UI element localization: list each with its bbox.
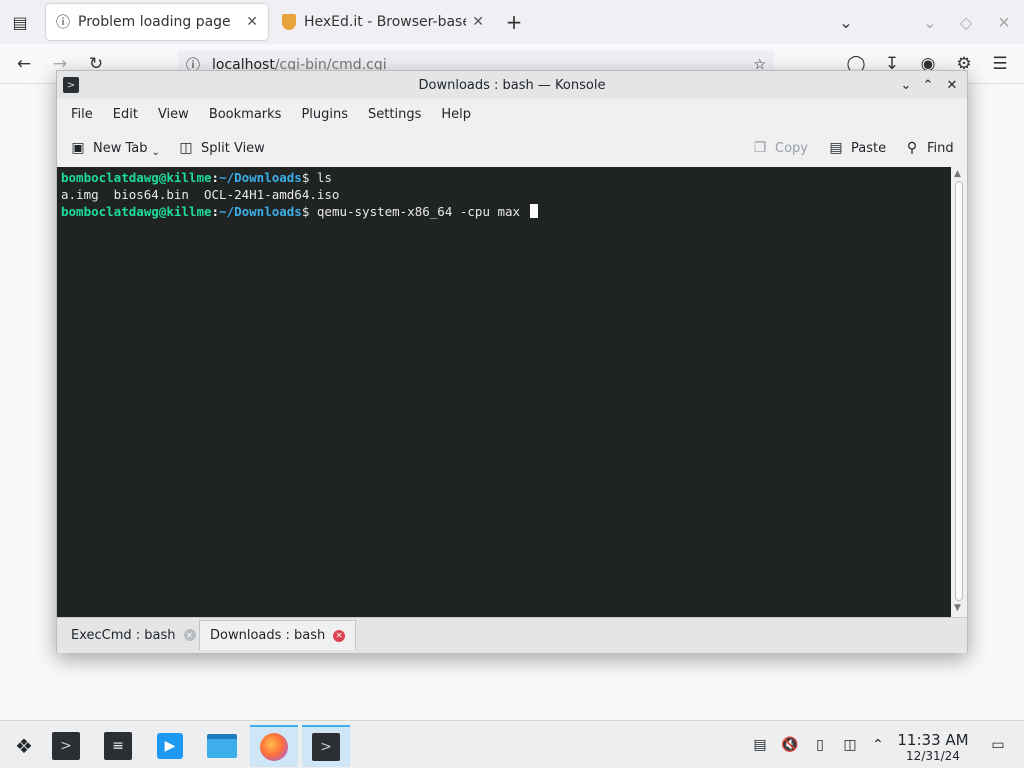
prompt-user: bomboclatdawg@killme (61, 204, 212, 219)
session-tab-downloads[interactable]: Downloads : bash ✕ (199, 620, 357, 650)
split-view-button[interactable]: ◫ Split View (177, 137, 265, 159)
window-titlebar[interactable]: > Downloads : bash — Konsole ⌄ ⌃ ✕ (57, 71, 967, 99)
session-tab-label: ExecCmd : bash (71, 627, 176, 643)
menu-bookmarks[interactable]: Bookmarks (199, 107, 292, 122)
command-text: $ ls (301, 170, 332, 185)
application-launcher-icon[interactable]: ❖ (0, 725, 48, 767)
session-tab-label: Downloads : bash (210, 628, 326, 643)
split-view-icon: ◫ (179, 140, 193, 156)
clock-date: 12/31/24 (906, 749, 960, 763)
minimize-icon[interactable]: ⌄ (897, 76, 915, 94)
browser-tab-title: Problem loading page (78, 14, 231, 30)
prompt-user: bomboclatdawg@killme (61, 170, 212, 185)
terminal-line: bomboclatdawg@killme:~/Downloads$ qemu-s… (61, 203, 947, 220)
maximize-icon[interactable]: ⌃ (919, 76, 937, 94)
menu-edit[interactable]: Edit (103, 107, 148, 122)
find-label: Find (927, 140, 954, 156)
copy-button[interactable]: ❐ Copy (751, 137, 808, 159)
prompt-colon: : (211, 204, 220, 219)
minimize-icon[interactable]: ⌄ (918, 10, 942, 34)
show-desktop-icon[interactable]: ▭ (988, 735, 1008, 755)
browser-tab-hexedit[interactable]: HexEd.it - Browser-based ✕ (272, 4, 494, 40)
search-icon: ⚲ (906, 140, 918, 156)
tab-overview-icon[interactable]: ▤ (8, 10, 32, 34)
clipboard-icon[interactable]: ▤ (750, 735, 770, 755)
taskbar: ❖ > ≡ ▶ > ▤ 🔇 ▯ ◫ ⌃ 11:33 AM 12/31/24 ▭ (0, 720, 1024, 768)
find-button[interactable]: ⚲ Find (903, 137, 954, 159)
command-text: $ qemu-system-x86_64 -cpu max (301, 204, 528, 219)
terminal-line: a.img bios64.bin OCL-24H1-amd64.iso (61, 186, 947, 203)
scroll-down-icon[interactable]: ▼ (954, 603, 961, 613)
menu-help[interactable]: Help (431, 107, 481, 122)
session-tab-bar: ExecCmd : bash ✕ Downloads : bash ✕ (57, 617, 967, 653)
discover-store-icon[interactable]: ▶ (146, 725, 194, 767)
prompt-path: ~/Downloads (219, 204, 302, 219)
new-tab-label: New Tab (93, 140, 148, 156)
chevron-down-icon: ⌄ (151, 146, 160, 158)
firefox-task-icon[interactable] (250, 725, 298, 767)
close-icon[interactable]: ✕ (943, 76, 961, 94)
menu-plugins[interactable]: Plugins (291, 107, 358, 122)
terminal-line: bomboclatdawg@killme:~/Downloads$ ls (61, 169, 947, 186)
system-settings-icon[interactable]: ≡ (94, 725, 142, 767)
paste-icon: ▤ (829, 140, 843, 156)
hexedit-shield-icon (282, 14, 296, 30)
close-icon[interactable]: ✕ (183, 629, 196, 641)
close-icon[interactable]: ✕ (246, 14, 258, 30)
menu-view[interactable]: View (148, 107, 199, 122)
network-icon[interactable]: ◫ (840, 735, 860, 755)
paste-label: Paste (851, 140, 887, 156)
volume-muted-icon[interactable]: 🔇 (780, 735, 800, 755)
terminal-app-icon[interactable]: > (63, 77, 79, 93)
session-tab-execcmd[interactable]: ExecCmd : bash ✕ (61, 620, 206, 650)
info-icon: ⓘ (56, 15, 70, 31)
scrollbar[interactable]: ▲ ▼ (951, 167, 967, 617)
browser-tab-title: HexEd.it - Browser-based (304, 14, 467, 30)
prompt-colon: : (211, 170, 220, 185)
close-icon[interactable]: ✕ (472, 14, 484, 30)
chevron-up-icon[interactable]: ⌃ (868, 735, 888, 755)
toolbar: ▣ New Tab ⌄ ◫ Split View ❐ Copy ▤ Paste … (57, 129, 967, 167)
file-manager-icon[interactable] (198, 725, 246, 767)
copy-label: Copy (775, 140, 808, 156)
new-tab-button[interactable]: + (502, 10, 526, 34)
new-tab-icon: ▣ (71, 140, 85, 156)
konsole-window: > Downloads : bash — Konsole ⌄ ⌃ ✕ File … (56, 70, 968, 653)
paste-button[interactable]: ▤ Paste (827, 137, 886, 159)
maximize-icon[interactable]: ◇ (954, 10, 978, 34)
menu-settings[interactable]: Settings (358, 107, 431, 122)
list-all-tabs-icon[interactable]: ⌄ (834, 10, 858, 34)
command-output: a.img bios64.bin OCL-24H1-amd64.iso (61, 187, 340, 202)
scroll-up-icon[interactable]: ▲ (954, 169, 961, 179)
battery-icon[interactable]: ▯ (810, 735, 830, 755)
back-arrow-icon[interactable]: ← (12, 52, 36, 76)
browser-tab-problem-loading[interactable]: ⓘ Problem loading page ✕ (46, 4, 268, 40)
browser-tab-bar: ▤ ⓘ Problem loading page ✕ HexEd.it - Br… (0, 0, 1024, 44)
window-title: Downloads : bash — Konsole (418, 77, 606, 93)
menu-bar: File Edit View Bookmarks Plugins Setting… (57, 99, 967, 129)
menu-icon[interactable]: ☰ (988, 52, 1012, 76)
scrollbar-track[interactable] (955, 181, 963, 601)
copy-icon: ❐ (753, 140, 767, 156)
konsole-task-icon[interactable]: > (302, 725, 350, 767)
menu-file[interactable]: File (61, 107, 103, 122)
prompt-path: ~/Downloads (219, 170, 302, 185)
close-icon[interactable]: ✕ (333, 629, 346, 642)
clock[interactable]: 11:33 AM 12/31/24 (896, 731, 970, 763)
text-cursor (529, 204, 538, 218)
terminal-output[interactable]: bomboclatdawg@killme:~/Downloads$ ls a.i… (57, 167, 951, 617)
new-tab-button[interactable]: ▣ New Tab ⌄ (69, 137, 160, 159)
terminal-task-icon[interactable]: > (42, 725, 90, 767)
split-view-label: Split View (201, 140, 265, 156)
clock-time: 11:33 AM (897, 731, 969, 749)
close-window-icon[interactable]: ✕ (992, 10, 1016, 34)
